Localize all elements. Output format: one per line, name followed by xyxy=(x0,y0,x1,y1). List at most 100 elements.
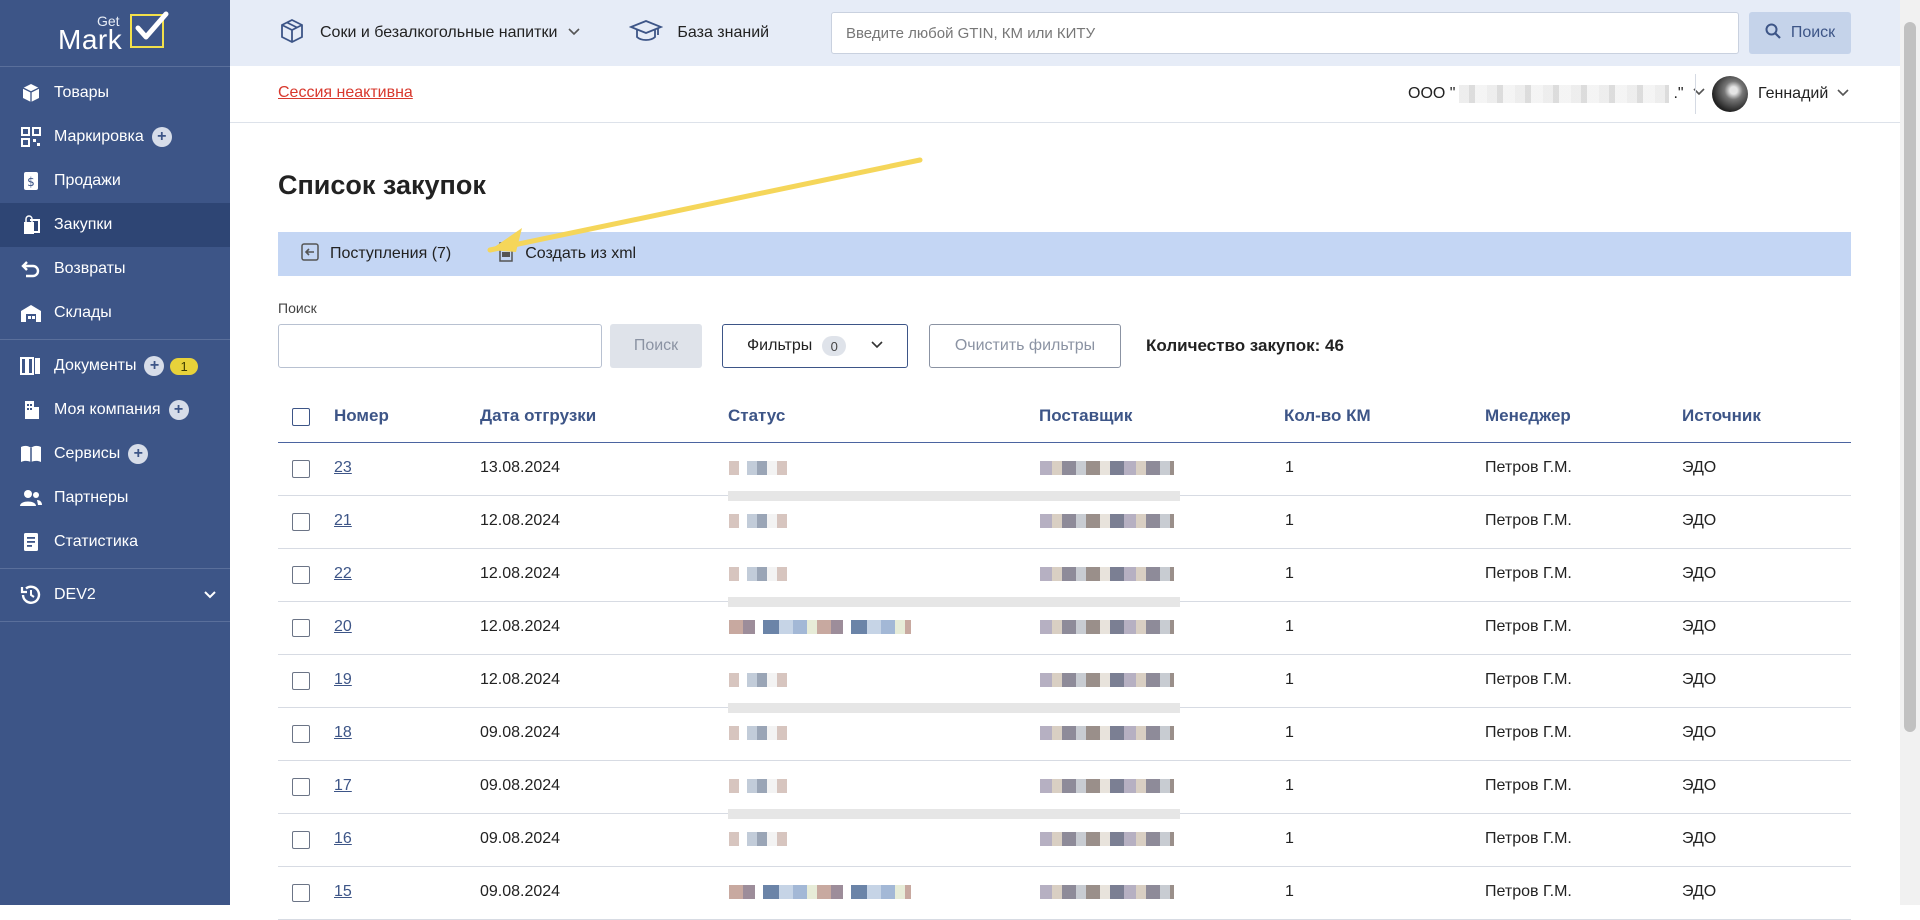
documents-icon xyxy=(20,355,42,377)
row-date: 09.08.2024 xyxy=(480,830,561,847)
row-manager: Петров Г.М. xyxy=(1485,512,1572,529)
table-row: 23 13.08.2024 1 Петров Г.М. ЭДО xyxy=(278,443,1851,501)
select-all-checkbox[interactable] xyxy=(292,408,310,426)
row-number-link[interactable]: 15 xyxy=(334,883,352,901)
logo-mark: Mark xyxy=(58,24,123,55)
sidebar-item-returns[interactable]: Возвраты xyxy=(0,247,230,291)
row-manager: Петров Г.М. xyxy=(1485,565,1572,582)
org-name-redacted xyxy=(1459,84,1670,103)
sidebar-item-purchases[interactable]: Закупки xyxy=(0,203,230,247)
box-icon xyxy=(20,82,42,104)
sidebar-item-label: DEV2 xyxy=(54,586,96,603)
sidebar-item-statistics[interactable]: Статистика xyxy=(0,520,230,564)
row-number-link[interactable]: 23 xyxy=(334,459,352,477)
search-icon xyxy=(1765,23,1781,44)
purchase-count: Количество закупок: 46 xyxy=(1146,336,1344,355)
add-marking-plus-icon[interactable]: + xyxy=(151,127,172,147)
stats-doc-icon xyxy=(20,531,42,553)
add-company-plus-icon[interactable]: + xyxy=(168,400,189,420)
row-number-link[interactable]: 19 xyxy=(334,671,352,689)
global-search-button[interactable]: Поиск xyxy=(1749,12,1851,54)
row-checkbox[interactable] xyxy=(292,513,310,531)
sidebar-item-warehouses[interactable]: Склады xyxy=(0,291,230,335)
sidebar-item-label: Сервисы xyxy=(54,445,121,462)
sidebar-item-label: Продажи xyxy=(54,172,121,189)
sidebar-item-dev2[interactable]: DEV2 xyxy=(0,573,230,617)
receipts-button[interactable]: Поступления (7) xyxy=(300,242,451,267)
search-label: Поиск xyxy=(278,300,317,316)
sidebar-item-my-company[interactable]: Моя компания + xyxy=(0,388,230,432)
sidebar-item-sales[interactable]: $ Продажи xyxy=(0,159,230,203)
row-source: ЭДО xyxy=(1682,883,1717,900)
row-km-count: 1 xyxy=(1285,618,1294,635)
row-checkbox[interactable] xyxy=(292,831,310,849)
row-supplier-redacted xyxy=(1040,726,1174,740)
row-checkbox[interactable] xyxy=(292,619,310,637)
row-checkbox[interactable] xyxy=(292,672,310,690)
global-search-label: Поиск xyxy=(1790,24,1836,41)
knowledge-base-link[interactable]: База знаний xyxy=(628,18,769,49)
row-supplier-redacted xyxy=(1040,673,1174,687)
column-header-source[interactable]: Источник xyxy=(1682,406,1761,426)
row-status-redacted xyxy=(729,779,793,793)
row-date: 13.08.2024 xyxy=(480,459,561,476)
category-label: Соки и безалкогольные напитки xyxy=(320,24,558,41)
clear-filters-button[interactable]: Очистить фильтры xyxy=(929,324,1121,368)
filters-count-badge: 0 xyxy=(822,336,847,356)
sidebar-item-services[interactable]: Сервисы + xyxy=(0,432,230,476)
table-row: 22 12.08.2024 1 Петров Г.М. ЭДО xyxy=(278,549,1851,607)
column-header-manager[interactable]: Менеджер xyxy=(1485,406,1571,426)
cube-icon xyxy=(278,17,306,50)
row-checkbox[interactable] xyxy=(292,460,310,478)
sidebar-item-label: Маркировка xyxy=(54,128,144,145)
row-number-link[interactable]: 16 xyxy=(334,830,352,848)
row-supplier-redacted xyxy=(1040,567,1174,581)
row-number-link[interactable]: 18 xyxy=(334,724,352,742)
row-status-redacted xyxy=(729,885,911,899)
column-header-km-count[interactable]: Кол-во КМ xyxy=(1284,406,1371,426)
row-km-count: 1 xyxy=(1285,459,1294,476)
sidebar-item-products[interactable]: Товары xyxy=(0,71,230,115)
column-header-number[interactable]: Номер xyxy=(334,406,389,426)
row-status-redacted xyxy=(729,514,793,528)
table-row: 16 09.08.2024 1 Петров Г.М. ЭДО xyxy=(278,814,1851,867)
row-supplier-redacted xyxy=(1040,461,1174,475)
column-header-date[interactable]: Дата отгрузки xyxy=(480,406,596,426)
add-service-plus-icon[interactable]: + xyxy=(128,444,149,464)
history-icon xyxy=(20,584,42,606)
session-bar: Сессия неактивна ООО " ." Геннадий xyxy=(230,66,1900,123)
chevron-down-icon[interactable] xyxy=(202,586,218,607)
page-scrollbar[interactable] xyxy=(1900,0,1920,905)
row-checkbox[interactable] xyxy=(292,778,310,796)
column-header-supplier[interactable]: Поставщик xyxy=(1039,406,1132,426)
qr-code-icon xyxy=(20,126,42,148)
row-number-link[interactable]: 21 xyxy=(334,512,352,530)
row-number-link[interactable]: 17 xyxy=(334,777,352,795)
sidebar-item-partners[interactable]: Партнеры xyxy=(0,476,230,520)
sidebar-item-documents[interactable]: Документы + 1 xyxy=(0,344,230,388)
scrollbar-thumb[interactable] xyxy=(1904,22,1916,732)
row-number-link[interactable]: 22 xyxy=(334,565,352,583)
row-checkbox[interactable] xyxy=(292,566,310,584)
add-document-plus-icon[interactable]: + xyxy=(144,356,165,376)
row-source: ЭДО xyxy=(1682,459,1717,476)
session-status-link[interactable]: Сессия неактивна xyxy=(278,84,413,102)
category-selector[interactable]: Соки и безалкогольные напитки xyxy=(278,17,581,50)
sidebar-item-label: Склады xyxy=(54,304,112,321)
row-number-link[interactable]: 20 xyxy=(334,618,352,636)
row-status-redacted xyxy=(729,832,793,846)
filters-button[interactable]: Фильтры 0 xyxy=(722,324,908,368)
purchases-search-input[interactable] xyxy=(278,324,602,368)
shopping-bags-icon xyxy=(20,214,42,236)
column-header-status[interactable]: Статус xyxy=(728,406,785,426)
user-menu[interactable]: Геннадий xyxy=(1712,76,1850,112)
global-search-input[interactable] xyxy=(831,12,1739,54)
purchases-search-button[interactable]: Поиск xyxy=(610,324,702,368)
organization-selector[interactable]: ООО " ." xyxy=(1408,84,1706,103)
sidebar-item-marking[interactable]: Маркировка + xyxy=(0,115,230,159)
row-checkbox[interactable] xyxy=(292,884,310,902)
sidebar-item-label: Закупки xyxy=(54,216,113,233)
row-checkbox[interactable] xyxy=(292,725,310,743)
page-title: Список закупок xyxy=(278,170,486,200)
logo[interactable]: Get Mark xyxy=(0,0,230,67)
